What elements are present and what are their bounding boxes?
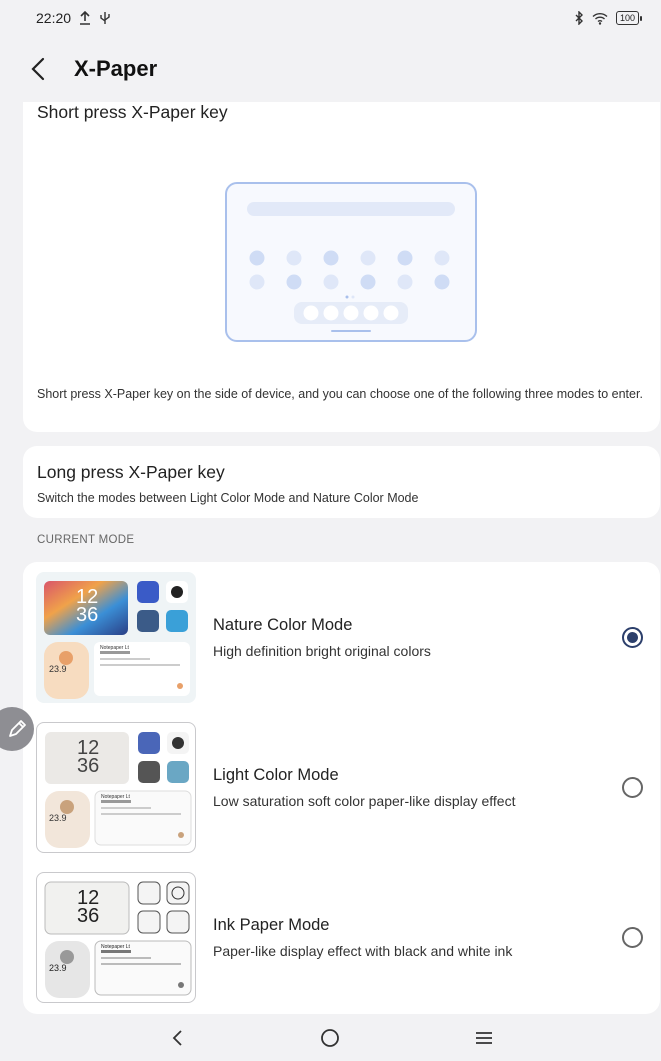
mode-description: Low saturation soft color paper-like dis… <box>213 793 516 809</box>
nav-back-icon <box>172 1029 182 1046</box>
nature-thumbnail-graphic <box>44 581 190 699</box>
wifi-icon <box>592 12 608 25</box>
nature-mode-text: Nature Color Mode High definition bright… <box>213 616 431 659</box>
status-left: 22:20 <box>36 10 111 26</box>
light-thumb-note: Notepaper Lt <box>101 794 130 800</box>
light-mode-thumbnail: 12 36 23.9 Notepaper Lt <box>36 722 196 853</box>
pen-icon <box>9 720 26 737</box>
nav-menu-icon <box>476 1031 493 1044</box>
mode-item-nature[interactable]: 12 36 23.9 Notepaper Lt Nature Color Mod… <box>23 572 660 707</box>
light-mode-text: Light Color Mode Low saturation soft col… <box>213 766 515 809</box>
long-press-title: Long press X-Paper key <box>37 462 225 482</box>
nav-home-button[interactable] <box>305 1023 355 1053</box>
light-mode-radio[interactable] <box>622 777 643 798</box>
mode-item-ink[interactable]: 12 36 23.9 Notepaper Lt Ink Paper Mode P… <box>23 872 660 1007</box>
bluetooth-icon <box>575 11 583 25</box>
nav-home-icon <box>321 1028 340 1047</box>
light-thumb-minute: 36 <box>77 755 100 777</box>
section-label: CURRENT MODE <box>37 534 135 546</box>
mode-item-light[interactable]: 12 36 23.9 Notepaper Lt Light Color Mode… <box>23 722 660 857</box>
usb-icon <box>100 12 110 24</box>
battery-icon: 100 <box>615 11 643 25</box>
light-thumb-temp: 23.9 <box>49 813 67 823</box>
back-button[interactable] <box>30 56 56 82</box>
mode-description: High definition bright original colors <box>213 643 431 659</box>
upload-icon <box>80 11 91 25</box>
nature-thumb-temp: 23.9 <box>49 664 67 674</box>
ink-thumbnail-graphic <box>44 881 192 998</box>
tablet-illustration-graphic <box>247 202 455 332</box>
ink-mode-radio[interactable] <box>622 927 643 948</box>
app-header: X-Paper <box>0 36 661 102</box>
mode-description: Paper-like display effect with black and… <box>213 943 513 959</box>
nature-thumb-note: Notepaper Lt <box>100 645 129 651</box>
page-title: X-Paper <box>74 56 158 81</box>
short-press-card: Short press X-Paper key Short press X-Pa… <box>23 102 660 432</box>
status-bar: 22:20 100 <box>0 0 661 36</box>
short-press-title: Short press X-Paper key <box>37 102 228 122</box>
settings-content[interactable]: Short press X-Paper key Short press X-Pa… <box>0 102 661 1014</box>
mode-name: Ink Paper Mode <box>213 916 330 934</box>
mode-name: Nature Color Mode <box>213 616 353 634</box>
mode-name: Light Color Mode <box>213 766 339 784</box>
nav-menu-button[interactable] <box>459 1023 509 1053</box>
tablet-illustration <box>225 182 477 342</box>
short-press-description: Short press X-Paper key on the side of d… <box>37 387 643 401</box>
ink-thumb-temp: 23.9 <box>49 963 67 973</box>
long-press-subtitle: Switch the modes between Light Color Mod… <box>37 491 419 505</box>
nature-thumb-minute: 36 <box>76 604 99 626</box>
status-right: 100 <box>574 11 643 25</box>
ink-thumb-minute: 36 <box>77 905 100 927</box>
nature-mode-thumbnail: 12 36 23.9 Notepaper Lt <box>36 572 196 703</box>
ink-mode-thumbnail: 12 36 23.9 Notepaper Lt <box>36 872 196 1003</box>
ink-thumb-note: Notepaper Lt <box>101 944 130 950</box>
mode-list: 12 36 23.9 Notepaper Lt Nature Color Mod… <box>23 562 660 1014</box>
navigation-bar <box>0 1014 661 1061</box>
status-time: 22:20 <box>36 10 72 26</box>
chevron-left-icon <box>31 57 45 81</box>
nature-mode-radio[interactable] <box>622 627 643 648</box>
ink-mode-text: Ink Paper Mode Paper-like display effect… <box>213 916 512 959</box>
nav-back-button[interactable] <box>152 1023 202 1053</box>
light-thumbnail-graphic <box>45 732 192 848</box>
long-press-card[interactable]: Long press X-Paper key Switch the modes … <box>23 446 660 518</box>
